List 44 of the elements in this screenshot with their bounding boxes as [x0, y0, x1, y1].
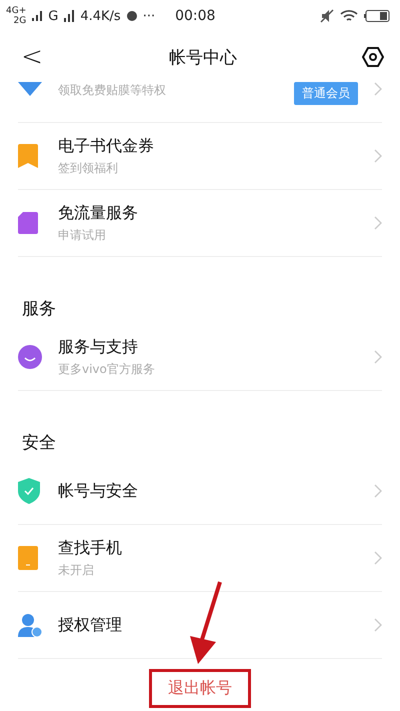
shield-icon: [18, 478, 40, 504]
item-subtitle: 更多vivo官方服务: [58, 360, 156, 378]
item-title[interactable]: 免流量服务: [58, 202, 374, 224]
network-label: G: [48, 8, 58, 24]
mute-icon: [320, 9, 334, 23]
item-subtitle: 签到领福利: [58, 160, 119, 176]
battery-icon: [364, 10, 390, 22]
sim-card-icon: [18, 212, 38, 234]
network-label: 4G+: [6, 6, 26, 16]
network-speed: 4.4K/s: [80, 8, 121, 24]
signal-icon: [64, 10, 74, 22]
chevron-right-icon: [374, 216, 382, 230]
chevron-right-icon: [374, 551, 382, 565]
section-heading: 安全: [22, 432, 57, 454]
item-title[interactable]: 服务与支持: [58, 336, 374, 358]
chevron-right-icon: [374, 82, 382, 96]
clock: 00:08: [175, 8, 216, 24]
item-title[interactable]: 授权管理: [58, 614, 374, 636]
smiley-icon: [18, 345, 42, 369]
more-dots: ···: [142, 8, 156, 24]
member-badge: 普通会员: [294, 82, 358, 105]
chevron-right-icon: [374, 484, 382, 498]
user-icon: [18, 613, 42, 637]
section-heading: 服务: [22, 298, 57, 320]
item-title[interactable]: 查找手机: [58, 538, 374, 558]
page-title: 帐号中心: [168, 46, 238, 68]
item-subtitle: 未开启: [58, 562, 95, 578]
chevron-right-icon: [374, 149, 382, 163]
item-title[interactable]: 电子书代金券: [58, 136, 374, 156]
chevron-right-icon: [374, 618, 382, 632]
signal-icon: [32, 11, 42, 21]
back-button[interactable]: <: [20, 42, 44, 72]
phone-icon: [18, 546, 38, 570]
logout-button[interactable]: 退出帐号: [166, 676, 234, 700]
wifi-icon: [340, 9, 358, 23]
chevron-right-icon: [374, 350, 382, 364]
network-label: 2G: [12, 16, 26, 26]
settings-icon[interactable]: [362, 46, 384, 68]
triangle-icon: [18, 82, 42, 96]
item-title[interactable]: 帐号与安全: [58, 480, 374, 502]
item-subtitle: 领取免费贴膜等特权: [58, 82, 167, 99]
bookmark-icon: [18, 144, 38, 168]
notification-icon: [126, 11, 137, 21]
item-subtitle: 申请试用: [58, 226, 107, 244]
